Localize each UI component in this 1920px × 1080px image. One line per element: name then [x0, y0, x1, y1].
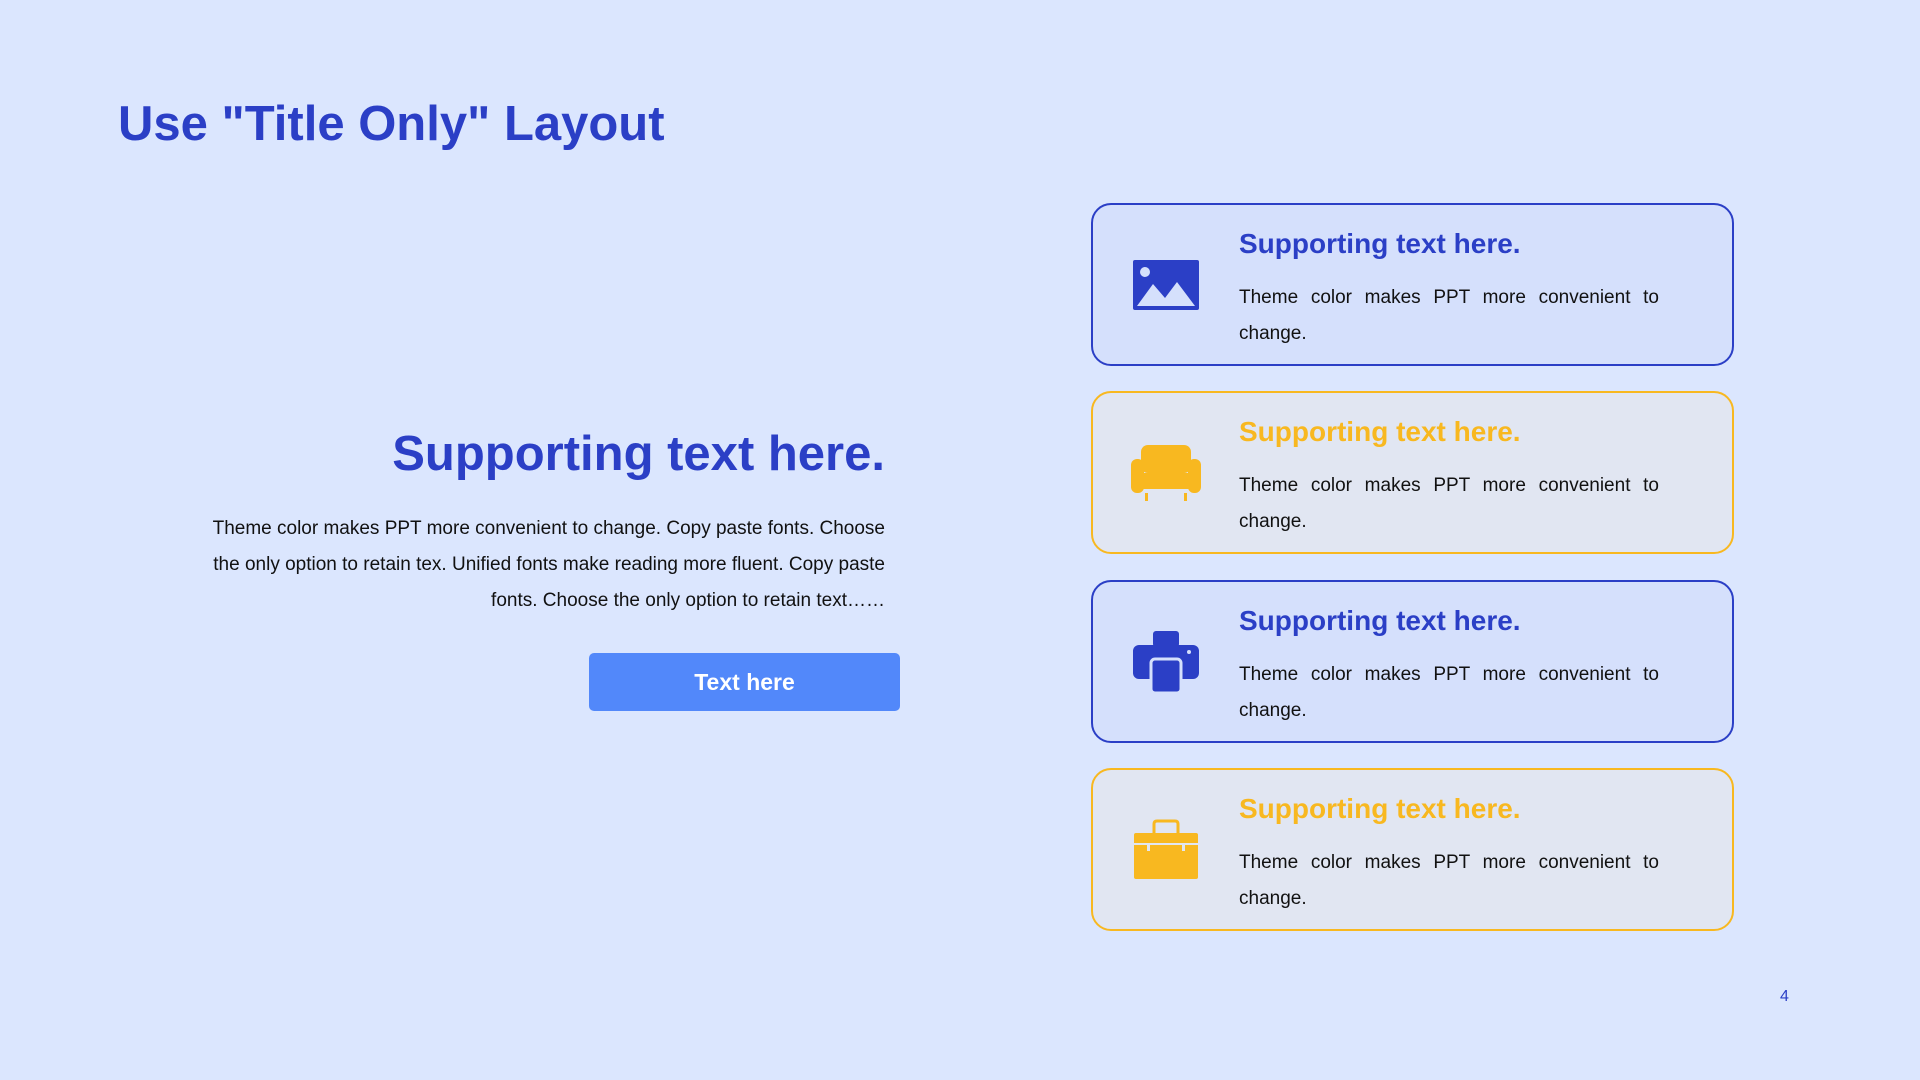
- left-heading: Supporting text here.: [392, 427, 885, 481]
- left-body-text: Theme color makes PPT more convenient to…: [212, 517, 885, 611]
- feature-card-4: Supporting text here. Theme color makes …: [1091, 768, 1734, 931]
- card-text: Theme color makes PPT more convenient to…: [1239, 475, 1659, 532]
- feature-card-1: Supporting text here. Theme color makes …: [1091, 203, 1734, 366]
- text-here-button[interactable]: Text here: [589, 653, 900, 711]
- card-text: Theme color makes PPT more convenient to…: [1239, 852, 1659, 909]
- card-text: Theme color makes PPT more convenient to…: [1239, 664, 1659, 721]
- page-number: 4: [1780, 988, 1789, 1005]
- card-title: Supporting text here.: [1239, 793, 1521, 824]
- image-icon: [1131, 250, 1201, 320]
- toolbox-icon: [1131, 815, 1201, 885]
- left-content: Supporting text here. Theme color makes …: [200, 425, 885, 619]
- feature-card-3: Supporting text here. Theme color makes …: [1091, 580, 1734, 743]
- feature-card-2: Supporting text here. Theme color makes …: [1091, 391, 1734, 554]
- card-title: Supporting text here.: [1239, 228, 1521, 259]
- printer-icon: [1131, 627, 1201, 697]
- card-title: Supporting text here.: [1239, 605, 1521, 636]
- card-title: Supporting text here.: [1239, 416, 1521, 447]
- sofa-icon: [1131, 438, 1201, 508]
- card-text: Theme color makes PPT more convenient to…: [1239, 287, 1659, 344]
- page-title: Use "Title Only" Layout: [118, 97, 665, 151]
